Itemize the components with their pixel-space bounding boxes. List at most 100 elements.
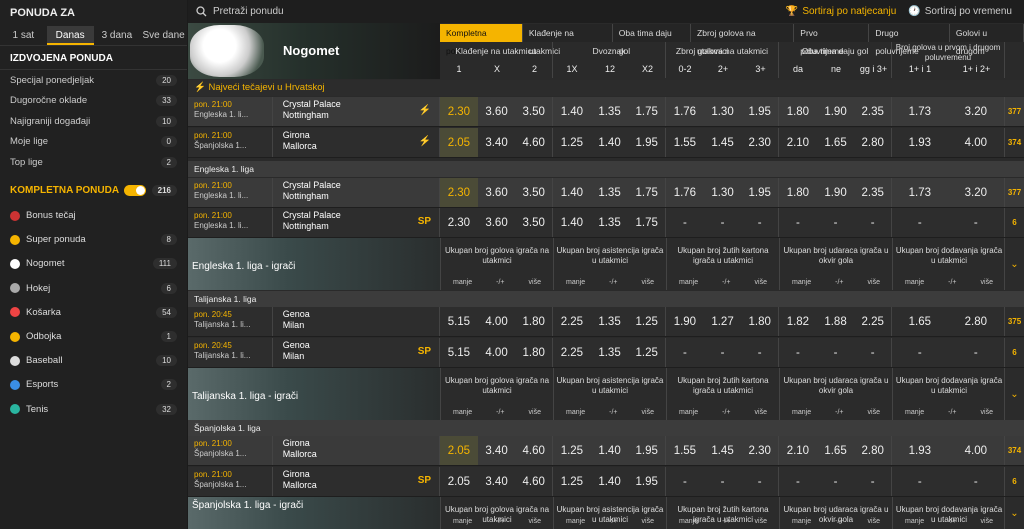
odds-cell[interactable]: 2.30 (741, 128, 778, 157)
toggle-switch[interactable] (123, 184, 146, 196)
odds-cell[interactable]: 2.80 (854, 128, 891, 157)
odds-cell[interactable]: 4.00 (948, 436, 1005, 465)
player-market-column[interactable]: Ukupan broj golova igrača na utakmici man… (440, 238, 553, 290)
odds-cell[interactable]: 1.30 (704, 97, 742, 126)
sort-by-time-button[interactable]: 🕐 Sortiraj po vremenu (908, 6, 1012, 17)
odds-cell[interactable]: 2.30 (440, 97, 478, 126)
odds-cell[interactable]: 1.40 (591, 467, 629, 496)
odds-cell[interactable]: 1.75 (628, 97, 665, 126)
odds-cell[interactable]: - (741, 338, 778, 367)
odds-cell[interactable]: 1.30 (704, 178, 742, 207)
sidebar-sport-item[interactable]: Odbojka 1 (0, 324, 187, 348)
league-header[interactable]: Talijanska 1. liga (188, 291, 1024, 307)
player-market-column[interactable]: Ukupan broj dodavanja igrača u utakmici m… (892, 368, 1005, 420)
player-markets-row[interactable]: Engleska 1. liga - igrači Ukupan broj gol… (188, 238, 1024, 290)
odds-cell[interactable]: 1.80 (779, 97, 817, 126)
odds-cell[interactable]: 1.88 (817, 307, 855, 336)
odds-cell[interactable]: 1.80 (515, 338, 552, 367)
odds-cell[interactable]: - (948, 208, 1005, 237)
match-teams[interactable]: Crystal Palace Nottingham SP (271, 208, 439, 237)
odds-cell[interactable]: 1.35 (591, 307, 629, 336)
sidebar-sport-item[interactable]: Esports 2 (0, 373, 187, 397)
odds-cell[interactable]: 1.76 (666, 97, 704, 126)
sidebar-sport-item[interactable]: Nogomet 111 (0, 252, 187, 276)
market-tab[interactable]: Klađenje na utakmici (522, 24, 613, 56)
odds-cell[interactable]: 1.45 (704, 436, 742, 465)
odds-cell[interactable]: - (666, 208, 704, 237)
sidebar-sport-item[interactable]: Baseball 10 (0, 349, 187, 373)
match-teams[interactable]: Girona Mallorca SP (271, 467, 439, 496)
odds-cell[interactable]: 2.10 (779, 436, 817, 465)
player-market-column[interactable]: Ukupan broj udaraca igrača u okvir gola m… (779, 368, 892, 420)
odds-cell[interactable]: 1.55 (666, 436, 704, 465)
sidebar-featured-item[interactable]: Moje lige 0 (0, 132, 187, 153)
odds-cell[interactable]: 4.00 (478, 307, 516, 336)
odds-cell[interactable]: 2.80 (948, 307, 1005, 336)
odds-cell[interactable]: 1.90 (817, 178, 855, 207)
odds-cell[interactable]: - (704, 467, 742, 496)
odds-cell[interactable]: 1.35 (591, 97, 629, 126)
odds-cell[interactable]: 4.60 (515, 467, 552, 496)
match-row[interactable]: pon. 21:00 Engleska 1. li... Crystal Palac… (188, 97, 1024, 127)
odds-cell[interactable]: 1.55 (666, 128, 704, 157)
odds-cell[interactable]: 1.93 (892, 436, 948, 465)
odds-cell[interactable]: 3.60 (478, 97, 516, 126)
odds-cell[interactable]: 2.05 (440, 436, 478, 465)
odds-cell[interactable]: 2.05 (440, 467, 478, 496)
odds-cell[interactable]: 3.60 (478, 178, 516, 207)
odds-cell[interactable]: - (948, 467, 1005, 496)
odds-cell[interactable]: - (779, 467, 817, 496)
odds-cell[interactable]: 1.40 (553, 97, 591, 126)
player-market-column[interactable]: Ukupan broj dodavanja igrača u utakmici m… (892, 497, 1005, 529)
more-markets-count[interactable]: 377 (1004, 178, 1024, 207)
market-tab[interactable]: Oba tima daju gol (612, 24, 692, 56)
odds-cell[interactable]: 1.95 (741, 97, 778, 126)
odds-cell[interactable]: 1.25 (553, 467, 591, 496)
more-markets-count[interactable]: 6 (1004, 467, 1024, 496)
player-market-column[interactable]: Ukupan broj asistencija igrača u utakmic… (553, 497, 666, 529)
search-input[interactable]: Pretraži ponudu (196, 6, 786, 17)
more-markets-count[interactable]: 6 (1004, 338, 1024, 367)
more-markets-count[interactable]: 374 (1004, 436, 1024, 465)
odds-cell[interactable]: 1.95 (741, 178, 778, 207)
match-teams[interactable]: Crystal Palace Nottingham (271, 178, 439, 207)
player-market-column[interactable]: Ukupan broj žutih kartona igrača u utakm… (666, 497, 779, 529)
odds-cell[interactable]: - (666, 467, 704, 496)
match-row[interactable]: pon. 21:00 Španjolska 1... Girona Mallorca S… (188, 467, 1024, 497)
odds-cell[interactable]: 1.80 (515, 307, 552, 336)
player-market-column[interactable]: Ukupan broj golova igrača na utakmici man… (440, 368, 553, 420)
odds-cell[interactable]: 1.65 (817, 128, 855, 157)
odds-cell[interactable]: 1.40 (553, 178, 591, 207)
sidebar-featured-item[interactable]: Top lige 2 (0, 152, 187, 173)
market-tab[interactable]: Golovi u drugom (949, 24, 1024, 56)
odds-cell[interactable]: 1.90 (817, 97, 855, 126)
odds-cell[interactable]: 1.25 (553, 128, 591, 157)
odds-cell[interactable]: 2.25 (553, 307, 591, 336)
odds-cell[interactable]: 2.05 (440, 128, 478, 157)
odds-cell[interactable]: 5.15 (440, 338, 478, 367)
odds-cell[interactable]: 1.90 (666, 307, 704, 336)
more-markets-count[interactable]: 377 (1004, 97, 1024, 126)
odds-cell[interactable]: 1.95 (628, 128, 665, 157)
match-teams[interactable]: Girona Mallorca (271, 436, 439, 465)
odds-cell[interactable]: 1.80 (779, 178, 817, 207)
player-market-column[interactable]: Ukupan broj asistencija igrača u utakmic… (553, 368, 666, 420)
match-teams[interactable]: Crystal Palace Nottingham ⚡ (271, 97, 439, 126)
more-markets-count[interactable]: 375 (1004, 307, 1024, 336)
odds-cell[interactable]: - (741, 208, 778, 237)
odds-cell[interactable]: 4.60 (515, 128, 552, 157)
odds-cell[interactable]: - (817, 467, 855, 496)
more-markets-count[interactable]: 6 (1004, 208, 1024, 237)
odds-cell[interactable]: 1.40 (553, 208, 591, 237)
odds-cell[interactable]: 3.40 (478, 467, 516, 496)
kompletna-ponuda-toggle[interactable]: KOMPLETNA PONUDA 216 (0, 177, 187, 204)
odds-cell[interactable]: 1.40 (591, 128, 629, 157)
odds-cell[interactable]: 1.93 (892, 128, 948, 157)
player-market-column[interactable]: Ukupan broj asistencija igrača u utakmic… (553, 238, 666, 290)
odds-cell[interactable]: 1.25 (628, 338, 665, 367)
odds-cell[interactable]: - (854, 208, 891, 237)
odds-cell[interactable]: 1.40 (591, 436, 629, 465)
odds-cell[interactable]: - (948, 338, 1005, 367)
chevron-down-icon[interactable]: ⌄ (1004, 497, 1024, 529)
odds-cell[interactable]: - (704, 208, 742, 237)
